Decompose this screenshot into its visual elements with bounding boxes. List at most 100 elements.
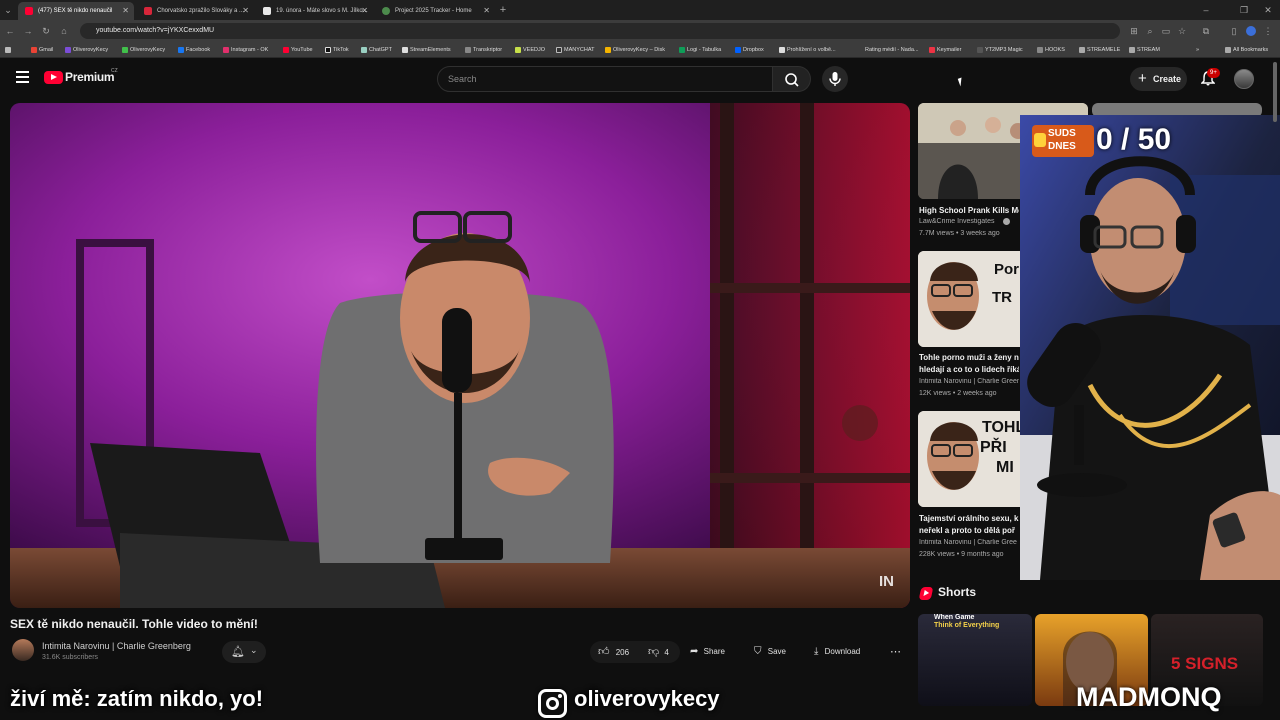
channel-name[interactable]: Intimita Narovinu | Charlie Greenberg	[42, 641, 191, 651]
dislike-count: 4	[664, 648, 669, 657]
notification-badge: 9+	[1207, 68, 1220, 78]
bookmark-disk[interactable]: OliverovyKecy – Disk	[604, 42, 665, 58]
bell-icon: 🔔︎	[231, 646, 245, 658]
bookmark-logi-tabulka[interactable]: Logi - Tabulka	[678, 42, 721, 58]
channel-avatar[interactable]	[12, 639, 34, 661]
download-button[interactable]: ⤓ Download	[814, 641, 860, 663]
youtube-favicon-icon	[25, 7, 33, 15]
share-icon: ➦	[690, 646, 699, 657]
bookmark-chatgpt[interactable]: ChatGPT	[360, 42, 392, 58]
voice-search-button[interactable]	[822, 66, 848, 92]
thumb-text: PŘI	[980, 439, 1007, 456]
back-icon[interactable]: ←	[4, 24, 16, 38]
new-tab-icon[interactable]: +	[497, 3, 509, 17]
dislike-button[interactable]: 👎︎ 4	[648, 641, 669, 663]
bookmark-youtube[interactable]: YouTube	[282, 42, 313, 58]
avatar[interactable]	[1234, 69, 1254, 89]
bookmark-hooks[interactable]: HOOKS	[1036, 42, 1065, 58]
bookmark-oliverovykecy-2[interactable]: OliverovyKecy	[121, 42, 165, 58]
bookmark-yt2mp3[interactable]: YT2MP3 Magic	[976, 42, 1023, 58]
shorts-heading: Shorts	[938, 585, 977, 599]
download-label: Download	[824, 647, 861, 656]
home-icon[interactable]: ⌂	[58, 24, 70, 38]
url-field[interactable]: youtube.com/watch?v=jYKXCexxdMU	[80, 23, 1120, 39]
all-bookmarks[interactable]: All Bookmarks	[1224, 42, 1268, 58]
video-player[interactable]: IN	[10, 103, 910, 608]
share-label: Share	[703, 647, 725, 656]
bookmark-oliverovykecy[interactable]: OliverovyKecy	[64, 42, 108, 58]
thumb-text: TOHL	[982, 419, 1026, 436]
save-button[interactable]: ⛉ Save	[754, 641, 786, 663]
bookmark-veedjo[interactable]: VEEDJO	[514, 42, 545, 58]
create-button[interactable]: + Create	[1130, 67, 1187, 91]
youtube-logo-icon[interactable]	[44, 71, 63, 84]
channel-watermark[interactable]: IN	[879, 573, 894, 590]
sidebar-icon[interactable]: ▯	[1228, 24, 1240, 38]
bookmarks-bar: Gmail OliverovyKecy OliverovyKecy Facebo…	[0, 42, 1280, 58]
rec-title-line2[interactable]: hledají a co to o lidech říká	[919, 364, 1019, 375]
thumbs-down-icon: 👎︎	[648, 646, 660, 658]
bookmark-prohlizeni[interactable]: Prohlížení o volbě...	[778, 42, 836, 58]
search-input[interactable]: Search	[437, 66, 773, 92]
bookmark-rating-medii[interactable]: Rating médií - Nada...	[856, 42, 919, 58]
tab-chorvatsko[interactable]: Chorvatsko zpražilo Slováky a ... ✕	[137, 2, 254, 20]
bookmark-keymailer[interactable]: Keymailer	[928, 42, 961, 58]
rec-meta: 12K views • 2 weeks ago	[919, 390, 997, 397]
webcam-overlay: SUDS DNES 0 / 50	[1020, 115, 1280, 580]
subscribe-bell-button[interactable]: 🔔︎ ⌄	[222, 641, 266, 663]
bookmark-manychat[interactable]: MANYCHAT	[555, 42, 594, 58]
maximize-icon[interactable]: ❐	[1238, 3, 1250, 17]
thumb-text: Por	[994, 261, 1020, 278]
cast-icon[interactable]: ▭	[1160, 24, 1172, 38]
youtube-logo-text[interactable]: Premium	[65, 70, 115, 84]
bookmark-icon: ⛉	[754, 646, 762, 657]
tab-project-2025[interactable]: Project 2025 Tracker - Home ✕	[375, 2, 495, 20]
minimize-icon[interactable]: –	[1200, 3, 1212, 17]
instagram-icon	[538, 689, 567, 718]
close-tab-icon[interactable]: ✕	[122, 2, 129, 20]
close-tab-icon[interactable]: ✕	[361, 2, 368, 20]
bookmark-dropbox[interactable]: Dropbox	[734, 42, 764, 58]
like-button[interactable]: 👍︎ 206	[598, 641, 629, 663]
bookmark-gmail[interactable]: Gmail	[30, 42, 53, 58]
share-button[interactable]: ➦ Share	[690, 641, 725, 663]
bookmark-tiktok[interactable]: TikTok	[324, 42, 349, 58]
close-tab-icon[interactable]: ✕	[483, 2, 490, 20]
star-icon[interactable]: ☆	[1176, 24, 1188, 38]
tab-search-icon[interactable]: ⌄	[2, 3, 14, 17]
bookmark-streamelements[interactable]: StreamElements	[401, 42, 451, 58]
profile-icon[interactable]	[1246, 26, 1256, 36]
rec-channel[interactable]: Intimita Narovinu | Charlie Green	[919, 378, 1019, 385]
search-button[interactable]	[773, 66, 811, 92]
subscriber-count: 31.6K subscribers	[42, 654, 99, 661]
rec-title[interactable]: Tohle porno muži a ženy n	[919, 352, 1019, 363]
tab-youtube[interactable]: (477) SEX tě nikdo nenaučil ✕	[18, 2, 134, 20]
rec-title-line2[interactable]: neřekl a proto to dělá poř	[919, 525, 1019, 536]
more-bookmarks-icon[interactable]: »	[1196, 42, 1199, 58]
rec-title[interactable]: Tajemství orálního sexu, k	[919, 513, 1019, 524]
apps-icon[interactable]	[4, 42, 13, 58]
bookmark-instagram[interactable]: Instagram - OK	[222, 42, 268, 58]
reload-icon[interactable]: ↻	[40, 24, 52, 38]
forward-icon[interactable]: →	[22, 24, 34, 38]
close-window-icon[interactable]: ✕	[1262, 3, 1274, 17]
ct-favicon-icon	[263, 7, 271, 15]
bookmark-facebook[interactable]: Facebook	[177, 42, 210, 58]
bookmark-streamele[interactable]: STREAMELE	[1078, 42, 1120, 58]
page-scrollbar[interactable]	[1273, 62, 1277, 122]
short-thumbnail[interactable]: When Game Think of Everything	[918, 614, 1032, 706]
menu-icon[interactable]: ⋮	[1262, 24, 1274, 38]
rec-title[interactable]: High School Prank Kills Mo	[919, 205, 1019, 216]
bookmark-stream[interactable]: STREAM	[1128, 42, 1160, 58]
close-tab-icon[interactable]: ✕	[242, 2, 249, 20]
translate-icon[interactable]: ⊞	[1128, 24, 1140, 38]
tab-mate-slovo[interactable]: 19. února - Máte slovo s M. Jílko... ✕	[256, 2, 373, 20]
download-icon: ⤓	[814, 646, 819, 657]
zoom-icon[interactable]: ⌕	[1144, 24, 1156, 38]
extensions-icon[interactable]: ⧉	[1200, 24, 1212, 38]
news-favicon-icon	[144, 7, 152, 15]
bookmark-transkriptor[interactable]: Transkriptor	[464, 42, 502, 58]
more-actions-icon[interactable]: ⋯	[890, 641, 901, 663]
rec-channel[interactable]: Intimita Narovinu | Charlie Gree	[919, 539, 1019, 546]
hamburger-menu-icon[interactable]	[16, 71, 29, 83]
